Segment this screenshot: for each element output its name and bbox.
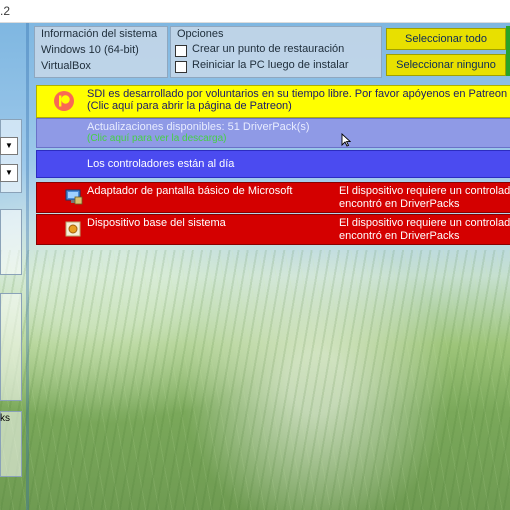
chip-icon bbox=[65, 221, 81, 237]
language-dropdown[interactable]: ▼ bbox=[0, 164, 18, 182]
restore-point-label[interactable]: Crear un punto de restauración bbox=[192, 43, 344, 55]
sidebar-divider bbox=[26, 23, 29, 510]
patreon-banner[interactable]: SDI es desarrollado por voluntarios en s… bbox=[36, 85, 510, 118]
device-row[interactable]: Dispositivo base del sistema El disposit… bbox=[36, 214, 510, 245]
device-name: Dispositivo base del sistema bbox=[87, 217, 226, 229]
options-box: Opciones Crear un punto de restauración … bbox=[170, 26, 382, 78]
updates-text: Actualizaciones disponibles: 51 DriverPa… bbox=[87, 121, 310, 133]
monitor-icon bbox=[65, 189, 83, 205]
left-panel-middle bbox=[0, 209, 22, 275]
device-status: El dispositivo requiere un controlado bbox=[339, 217, 510, 229]
select-all-button[interactable]: Seleccionar todo bbox=[386, 28, 506, 50]
theme-dropdown[interactable]: ▼ bbox=[0, 137, 18, 155]
updates-row[interactable]: Actualizaciones disponibles: 51 DriverPa… bbox=[36, 118, 510, 148]
window-titlebar: .2 bbox=[0, 0, 510, 23]
mouse-cursor-icon bbox=[341, 133, 351, 147]
restart-checkbox[interactable] bbox=[175, 61, 187, 73]
restore-point-checkbox[interactable] bbox=[175, 45, 187, 57]
device-status-detail: encontró en DriverPacks bbox=[339, 198, 460, 210]
up-to-date-text: Los controladores están al día bbox=[87, 158, 235, 170]
updates-link[interactable]: (Clic aquí para ver la descarga) bbox=[87, 133, 227, 144]
options-header: Opciones bbox=[177, 28, 224, 40]
device-row[interactable]: Adaptador de pantalla básico de Microsof… bbox=[36, 182, 510, 213]
restart-label[interactable]: Reiniciar la PC luego de instalar bbox=[192, 59, 349, 71]
left-panel-lower bbox=[0, 293, 22, 401]
patreon-banner-text: SDI es desarrollado por voluntarios en s… bbox=[87, 88, 510, 100]
system-info-header: Información del sistema bbox=[41, 28, 158, 40]
device-status-detail: encontró en DriverPacks bbox=[339, 230, 460, 242]
device-name: Adaptador de pantalla básico de Microsof… bbox=[87, 185, 293, 197]
patreon-banner-link[interactable]: (Clic aquí para abrir la página de Patre… bbox=[87, 100, 292, 112]
system-info-box: Información del sistema Windows 10 (64-b… bbox=[34, 26, 168, 78]
device-status: El dispositivo requiere un controlado bbox=[339, 185, 510, 197]
system-os: Windows 10 (64-bit) bbox=[41, 44, 139, 56]
left-panel-label: ks bbox=[0, 413, 10, 424]
install-button-edge[interactable] bbox=[506, 26, 510, 76]
up-to-date-row[interactable]: Los controladores están al día bbox=[36, 150, 510, 178]
left-sidebar: ▼ ▼ ks bbox=[0, 23, 24, 510]
patreon-icon bbox=[54, 91, 74, 111]
system-platform: VirtualBox bbox=[41, 60, 91, 72]
select-none-button[interactable]: Seleccionar ninguno bbox=[386, 54, 506, 76]
window-title: .2 bbox=[0, 4, 11, 18]
